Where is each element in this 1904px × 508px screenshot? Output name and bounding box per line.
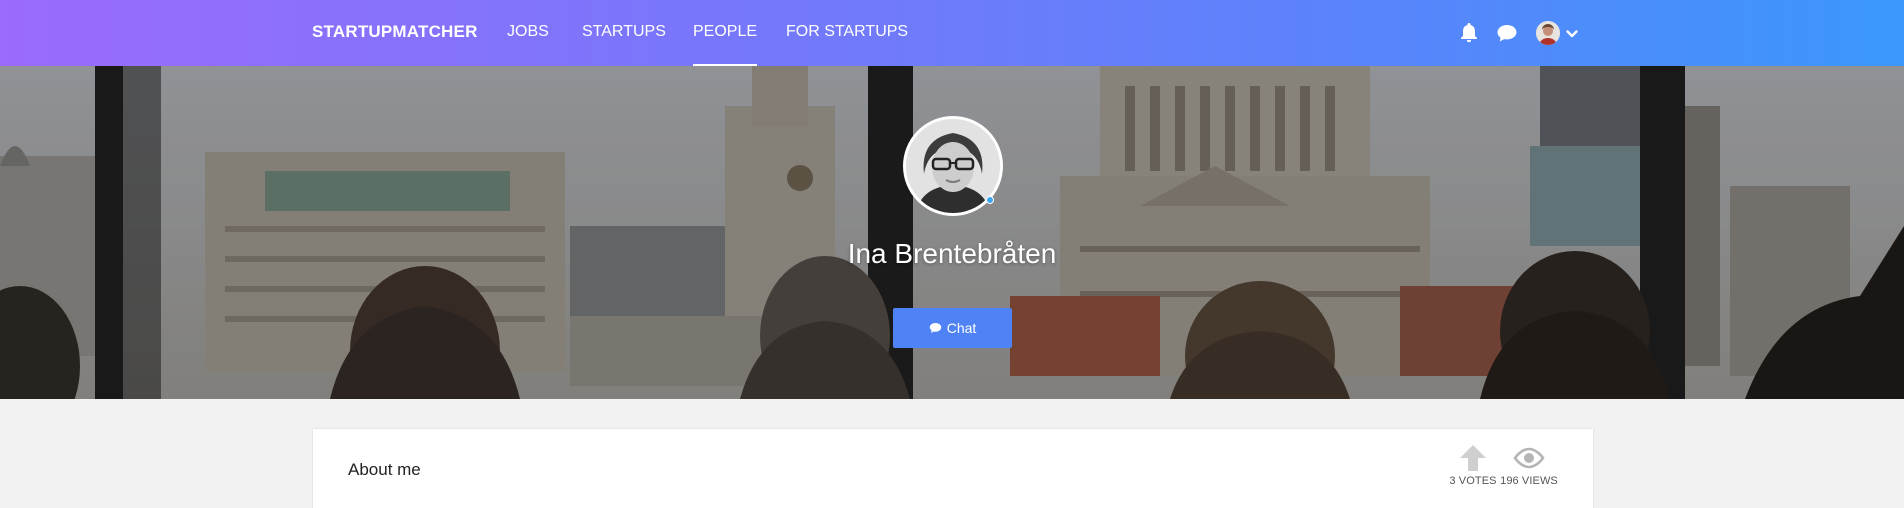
views-stat: 196 VIEWS [1494,443,1564,487]
online-status-indicator [986,196,994,204]
brand-logo[interactable]: STARTUPMATCHER [312,0,478,66]
nav-link-startups[interactable]: STARTUPS [582,0,666,66]
nav-link-people[interactable]: PEOPLE [693,0,758,66]
views-count: 196 VIEWS [1500,475,1558,487]
about-me-card: About me 3 VOTES 196 VIEWS [313,429,1593,508]
chat-button[interactable]: Chat [893,308,1012,348]
comment-icon [929,323,941,333]
chat-bubble-icon[interactable] [1495,21,1519,45]
chat-button-label: Chat [946,320,977,336]
nav-link-for-startups[interactable]: FOR STARTUPS [786,0,908,66]
user-avatar[interactable] [1536,21,1560,45]
top-navbar: STARTUPMATCHER JOBS STARTUPS PEOPLE FOR … [0,0,1904,66]
about-me-heading: About me [348,460,421,479]
profile-name: Ina Brentebråten [847,238,1057,269]
chevron-down-icon[interactable] [1565,27,1579,41]
nav-link-jobs[interactable]: JOBS [507,0,549,66]
bell-icon[interactable] [1457,21,1481,45]
eye-icon [1494,443,1564,473]
profile-hero-banner: Ina Brentebråten Chat [0,66,1904,399]
